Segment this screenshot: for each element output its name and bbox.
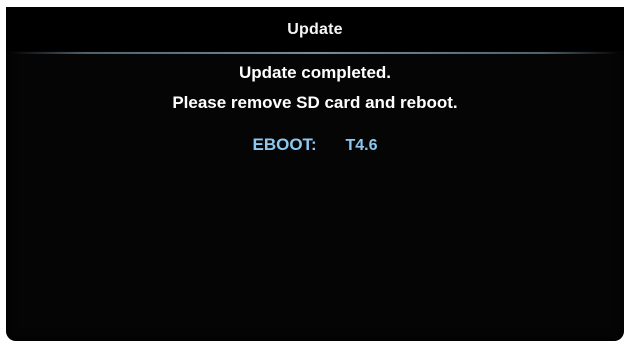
version-value: T4.6 <box>345 137 378 154</box>
instruction-message: Please remove SD card and reboot. <box>172 93 458 112</box>
device-display-frame: Update Update completed. Please remove S… <box>0 0 630 342</box>
status-message: Update completed. <box>238 63 392 82</box>
title-bar: Update <box>6 7 624 51</box>
version-label: EBOOT: <box>252 135 317 154</box>
title-divider <box>12 52 618 54</box>
update-screen: Update Update completed. Please remove S… <box>6 7 624 341</box>
version-info: EBOOT: T4.6 <box>6 135 624 155</box>
screen-title: Update <box>287 21 343 38</box>
